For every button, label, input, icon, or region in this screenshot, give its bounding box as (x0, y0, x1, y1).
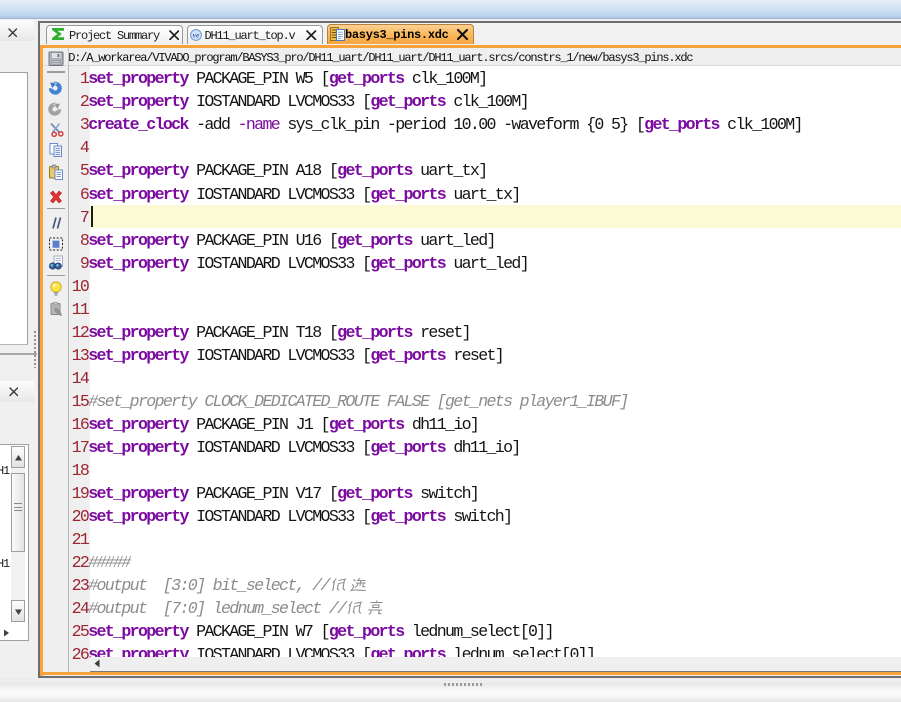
svg-text:ve: ve (193, 30, 200, 39)
